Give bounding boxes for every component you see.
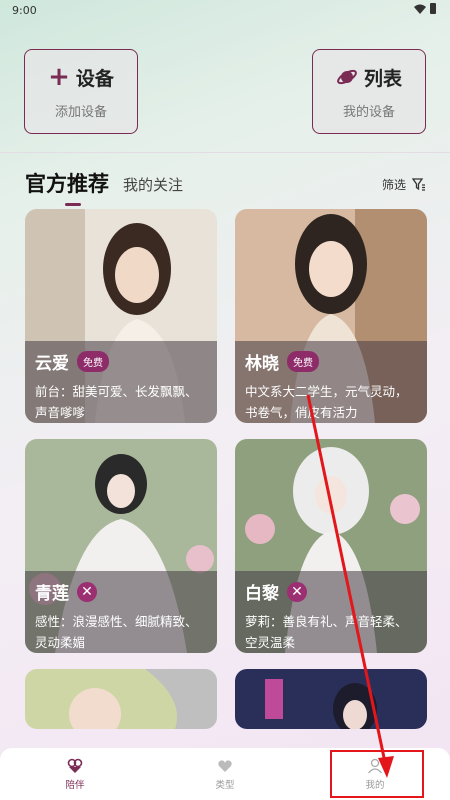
annotation-arrow (306, 394, 394, 778)
highlight-box (330, 750, 424, 798)
